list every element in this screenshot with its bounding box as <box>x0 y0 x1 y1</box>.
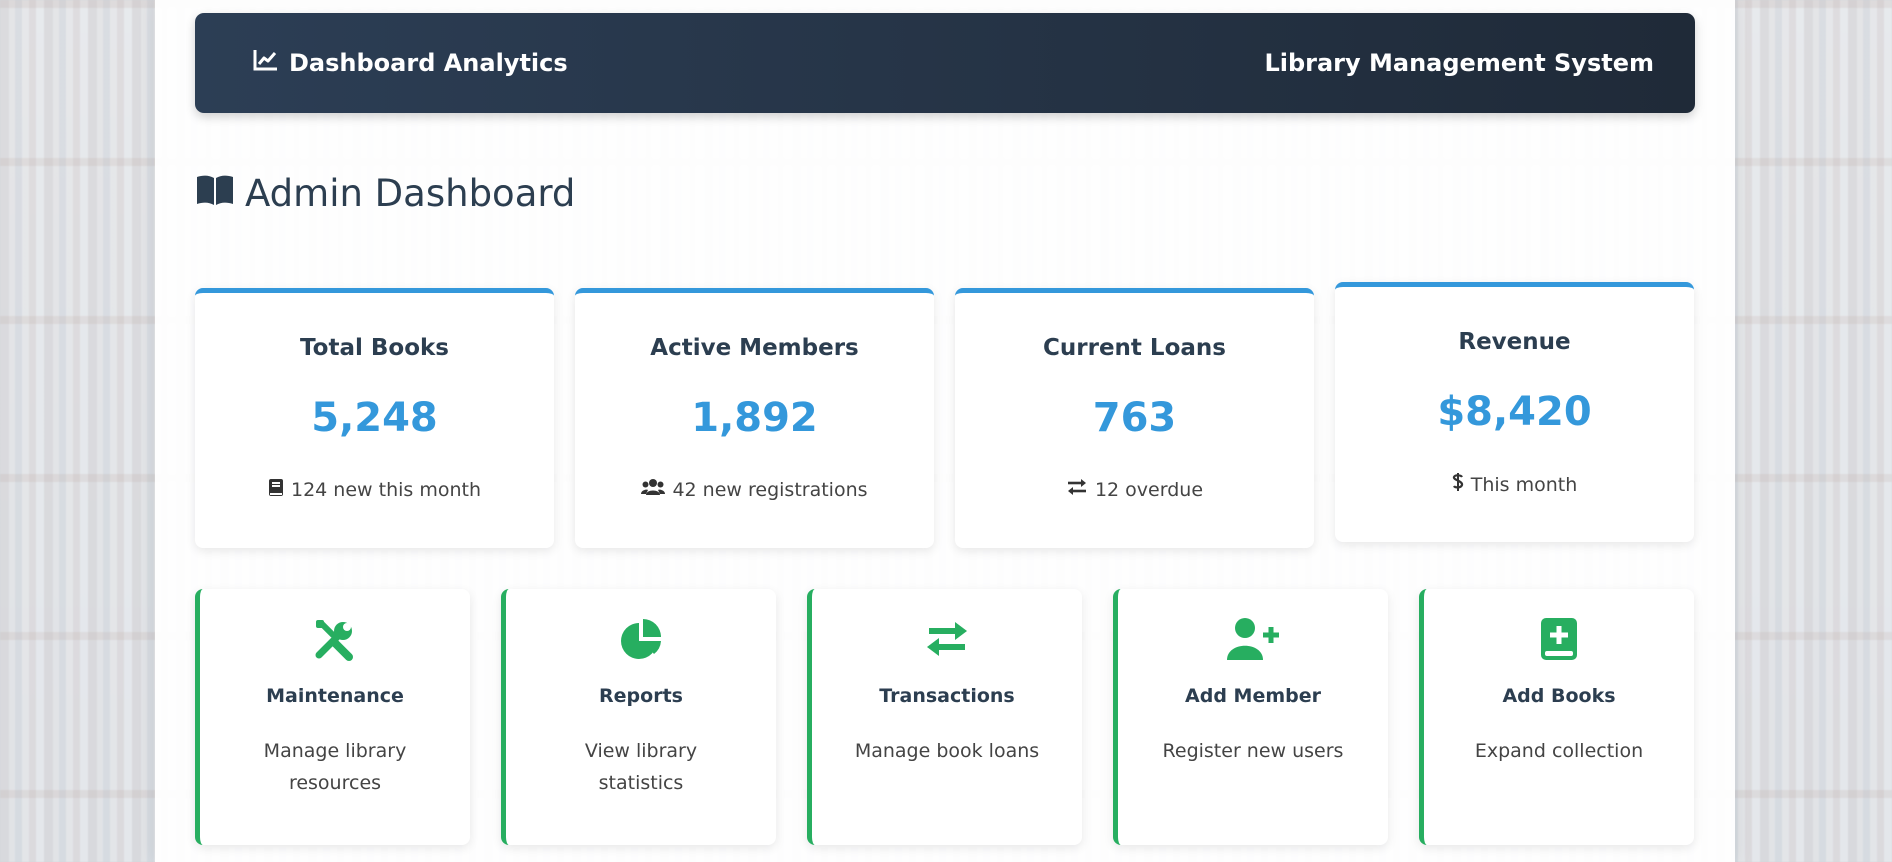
stat-label: Revenue <box>1458 329 1571 355</box>
stat-label: Total Books <box>300 335 449 361</box>
stat-card-total-books: Total Books 5,248 124 new this month <box>195 288 554 548</box>
action-description: Manage library resources <box>263 740 407 794</box>
chart-line-icon <box>253 48 279 78</box>
page-title-text: Admin Dashboard <box>245 172 576 215</box>
add-member-card[interactable]: Add Member Register new users <box>1113 589 1388 845</box>
action-title: Reports <box>599 685 683 707</box>
maintenance-card[interactable]: Maintenance Manage library resources <box>195 589 470 845</box>
stat-card-revenue: Revenue $8,420 This month <box>1335 282 1694 542</box>
stat-note-text: This month <box>1470 473 1578 496</box>
top-navbar: Dashboard Analytics Library Management S… <box>195 13 1695 113</box>
stat-value: $8,420 <box>1437 389 1592 435</box>
stat-label: Active Members <box>650 335 859 361</box>
action-title: Transactions <box>879 685 1015 707</box>
action-description: Register new users <box>1162 740 1344 762</box>
stat-note-text: 12 overdue <box>1094 478 1204 501</box>
exchange-icon <box>1066 478 1088 501</box>
action-description: Manage book loans <box>854 740 1040 762</box>
stat-note-text: 124 new this month <box>291 479 481 501</box>
stat-note: 42 new registrations <box>575 478 934 501</box>
users-icon <box>641 478 666 501</box>
page-title: Admin Dashboard <box>195 172 575 215</box>
action-description: Expand collection <box>1474 740 1644 762</box>
stat-value: 5,248 <box>311 395 438 441</box>
transactions-card[interactable]: Transactions Manage book loans <box>807 589 1082 845</box>
action-title: Add Books <box>1502 685 1616 707</box>
user-plus-icon <box>1227 617 1279 665</box>
add-books-card[interactable]: Add Books Expand collection <box>1419 589 1694 845</box>
stat-label: Current Loans <box>1043 335 1226 361</box>
pie-chart-icon <box>619 617 663 665</box>
stat-note: 124 new this month <box>195 478 554 502</box>
action-title: Maintenance <box>266 685 404 707</box>
stat-card-current-loans: Current Loans 763 12 overdue <box>955 288 1314 548</box>
book-icon <box>268 478 284 502</box>
stat-value: 1,892 <box>691 395 818 441</box>
stat-note: This month <box>1335 472 1694 497</box>
tools-icon <box>313 617 357 665</box>
stat-note-text: 42 new registrations <box>672 478 868 501</box>
dollar-icon <box>1452 472 1464 497</box>
stats-row: Total Books 5,248 124 new this month Act… <box>195 282 1695 552</box>
reports-card[interactable]: Reports View library statistics <box>501 589 776 845</box>
open-book-icon <box>195 172 235 215</box>
action-description: View library statistics <box>584 740 698 794</box>
stat-note: 12 overdue <box>955 478 1314 501</box>
stat-card-active-members: Active Members 1,892 42 new registration… <box>575 288 934 548</box>
dashboard-container: Dashboard Analytics Library Management S… <box>155 0 1735 862</box>
navbar-brand[interactable]: Dashboard Analytics <box>253 48 568 78</box>
quick-actions-row: Maintenance Manage library resources Rep… <box>195 589 1695 849</box>
exchange-icon <box>925 617 969 665</box>
brand-title: Dashboard Analytics <box>289 49 568 77</box>
action-title: Add Member <box>1185 685 1321 707</box>
book-plus-icon <box>1539 617 1579 665</box>
stat-value: 763 <box>1092 395 1177 441</box>
system-name: Library Management System <box>1264 49 1654 77</box>
